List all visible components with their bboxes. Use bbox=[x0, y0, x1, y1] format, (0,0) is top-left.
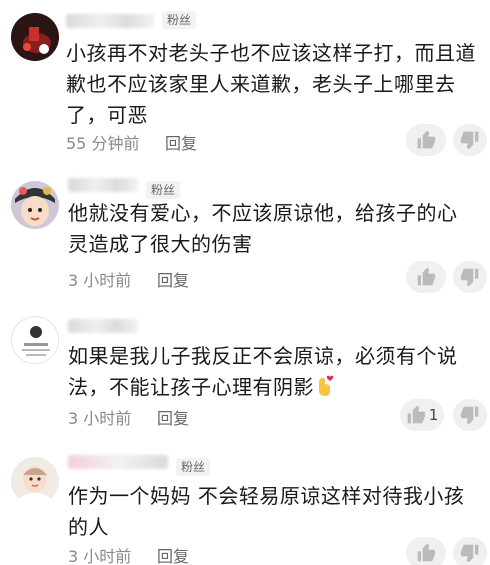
dislike-button[interactable] bbox=[453, 537, 487, 565]
comment-item: 粉丝 他就没有爱心，不应该原谅他，给孩子的心灵造成了很大的伤害 3 小时前 回复 bbox=[0, 165, 490, 295]
reply-button[interactable]: 回复 bbox=[165, 130, 197, 154]
username-redacted[interactable] bbox=[66, 14, 154, 28]
thumbs-down-icon bbox=[460, 268, 479, 287]
comment-text: 他就没有爱心，不应该原谅他，给孩子的心灵造成了很大的伤害 bbox=[68, 201, 458, 256]
reply-button[interactable]: 回复 bbox=[157, 543, 189, 565]
fan-badge: 粉丝 bbox=[176, 458, 211, 476]
finger-heart-emoji-icon bbox=[316, 375, 334, 406]
fan-badge: 粉丝 bbox=[162, 11, 197, 29]
thumbs-up-icon bbox=[417, 130, 436, 149]
user-avatar[interactable] bbox=[11, 457, 59, 505]
comment-text: 如果是我儿子我反正不会原谅，必须有个说法，不能让孩子心理有阴影 bbox=[68, 341, 468, 406]
thumbs-down-icon bbox=[460, 544, 479, 563]
thumbs-up-icon bbox=[417, 267, 436, 286]
comment-time: 55 分钟前 bbox=[66, 134, 140, 153]
fan-badge: 粉丝 bbox=[146, 181, 181, 199]
thumbs-up-icon bbox=[417, 543, 436, 562]
user-avatar[interactable] bbox=[11, 13, 59, 61]
comment-time: 3 小时前 bbox=[68, 547, 132, 565]
username-redacted[interactable] bbox=[68, 319, 138, 333]
thumbs-down-icon bbox=[460, 406, 479, 425]
comment-text: 作为一个妈妈 不会轻易原谅这样对待我小孩的人 bbox=[68, 484, 465, 539]
thumbs-down-icon bbox=[460, 131, 479, 150]
comment-time: 3 小时前 bbox=[68, 271, 132, 290]
like-button[interactable] bbox=[406, 124, 446, 156]
comment-time: 3 小时前 bbox=[68, 409, 132, 428]
like-button[interactable] bbox=[406, 261, 446, 293]
comment-text: 小孩再不对老头子也不应该这样子打，而且道歉也不应该家里人来道歉，老头子上哪里去了… bbox=[66, 41, 476, 127]
user-avatar[interactable] bbox=[11, 181, 59, 229]
comment-text-body: 如果是我儿子我反正不会原谅，必须有个说法，不能让孩子心理有阴影 bbox=[68, 344, 458, 399]
dislike-button[interactable] bbox=[453, 261, 487, 293]
thumbs-up-icon bbox=[407, 405, 425, 424]
username-redacted[interactable] bbox=[68, 178, 138, 192]
comment-item: 如果是我儿子我反正不会原谅，必须有个说法，不能让孩子心理有阴影 3 小时前 回复… bbox=[0, 305, 490, 435]
dislike-button[interactable] bbox=[453, 399, 487, 431]
user-avatar[interactable] bbox=[11, 316, 59, 364]
dislike-button[interactable] bbox=[453, 124, 487, 156]
comment-item: 粉丝 作为一个妈妈 不会轻易原谅这样对待我小孩的人 3 小时前 回复 bbox=[0, 445, 490, 565]
username-redacted[interactable] bbox=[68, 455, 168, 469]
like-count: 1 bbox=[428, 406, 439, 424]
comment-item: 粉丝 小孩再不对老头子也不应该这样子打，而且道歉也不应该家里人来道歉，老头子上哪… bbox=[0, 0, 490, 160]
like-button[interactable]: 1 bbox=[400, 399, 444, 431]
reply-button[interactable]: 回复 bbox=[157, 267, 189, 291]
reply-button[interactable]: 回复 bbox=[157, 405, 189, 429]
like-button[interactable] bbox=[406, 537, 446, 565]
